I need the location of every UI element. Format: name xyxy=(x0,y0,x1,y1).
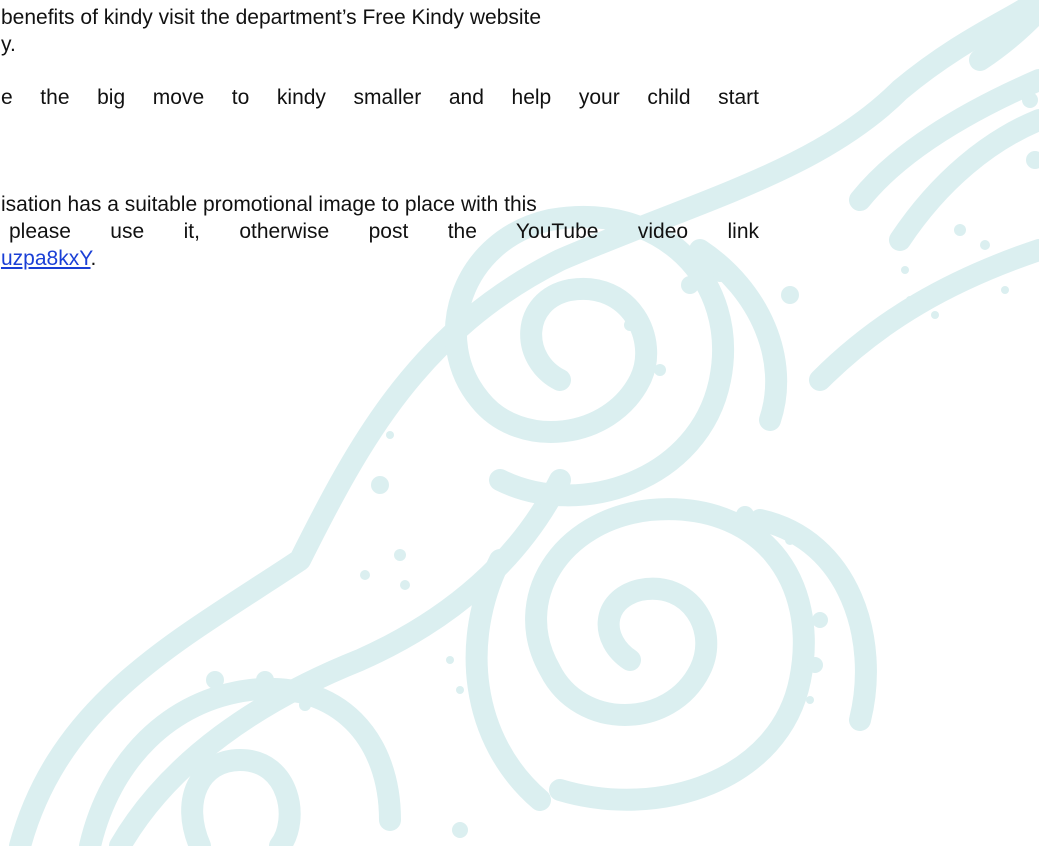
text-line: y. xyxy=(1,33,16,56)
watermark-spiral xyxy=(525,498,815,811)
youtube-video-link[interactable]: uzpa8kxY xyxy=(1,247,91,270)
text-line: benefits of kindy visit the department’s… xyxy=(1,6,542,29)
watermark-branch xyxy=(809,239,1039,391)
text-line: e the big move to kindy smaller and help… xyxy=(1,86,759,109)
sentence-period: . xyxy=(90,247,97,270)
text-line: please use it, otherwise post the YouTub… xyxy=(9,220,759,243)
text-line: isation has a suitable promotional image… xyxy=(1,193,537,216)
swirl-watermark xyxy=(9,0,1039,846)
watermark-spiral xyxy=(181,749,301,846)
text-line-with-link: uzpa8kxY. xyxy=(1,247,96,271)
document-page: benefits of kindy visit the department’s… xyxy=(0,0,1039,846)
